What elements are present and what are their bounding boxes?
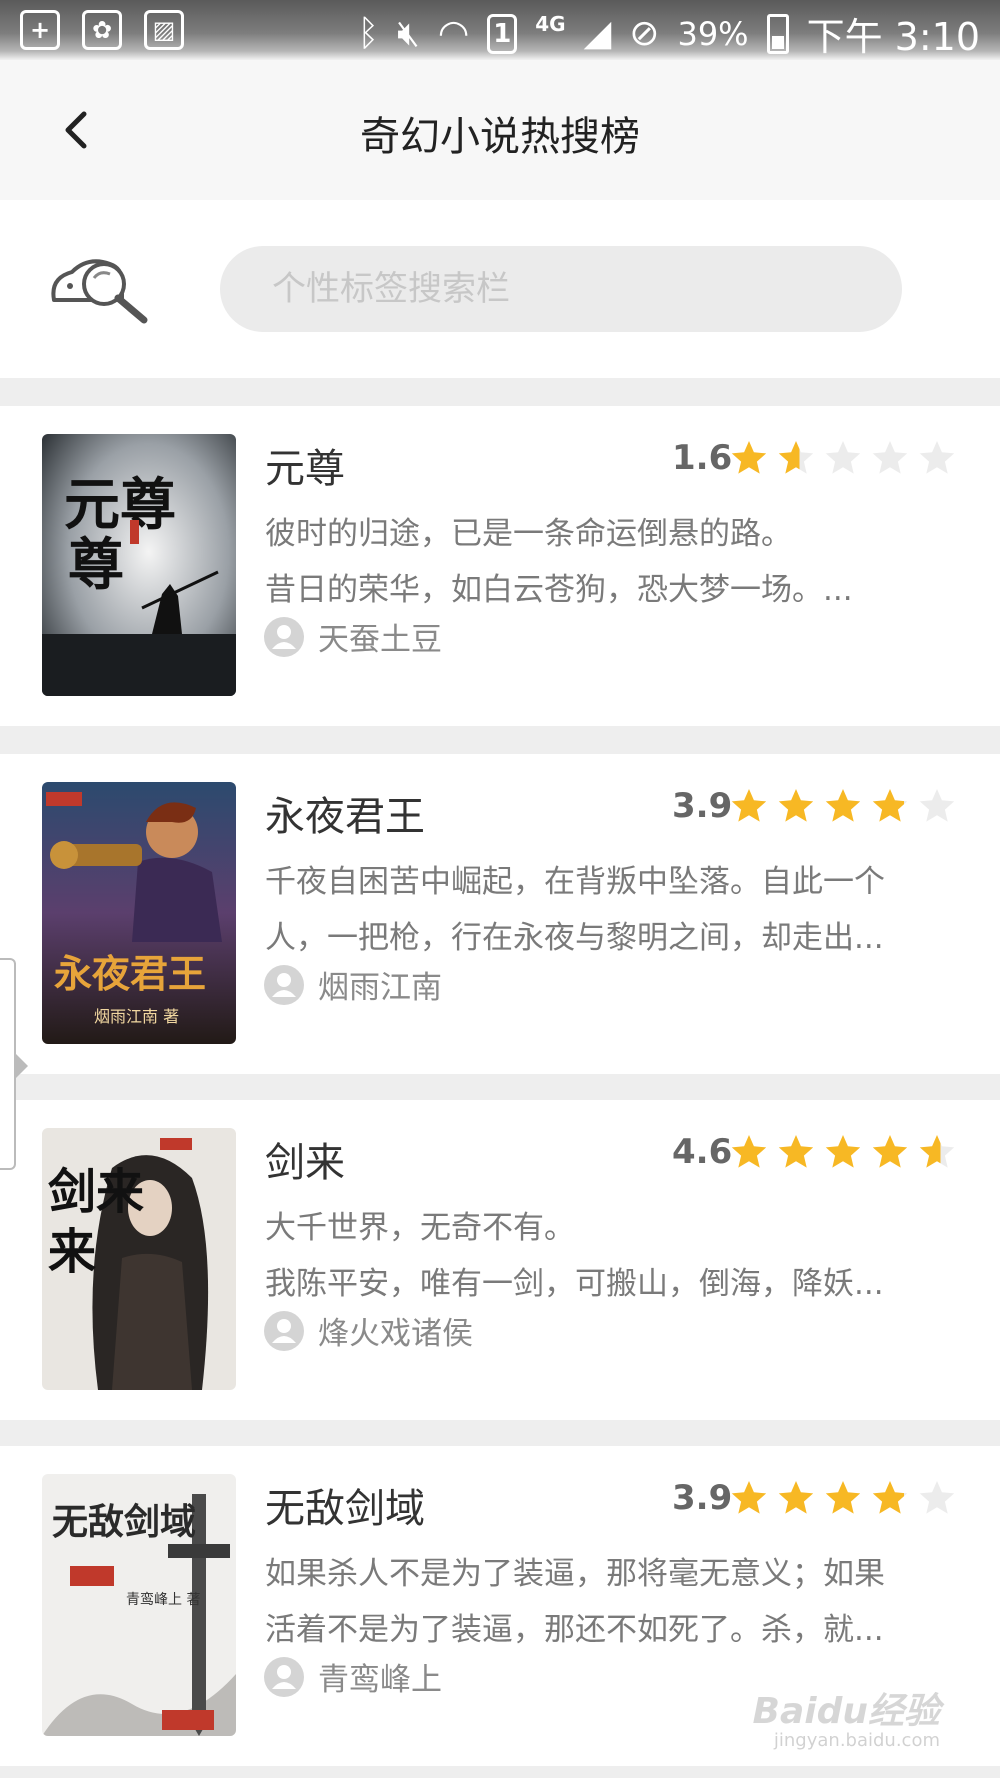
- app-header: 奇幻小说热搜榜: [0, 60, 1000, 200]
- add-notification-icon: +: [20, 10, 60, 50]
- author-row: 烟雨江南: [264, 962, 442, 1007]
- description-line: 如果杀人不是为了装逼，那将毫无意义；如果: [265, 1556, 885, 1592]
- star-icon: [731, 1481, 767, 1514]
- star-icon: [919, 1481, 955, 1514]
- rating-stars: [730, 1133, 956, 1171]
- star-icon: [872, 1135, 908, 1168]
- star-icon: [919, 789, 955, 822]
- mascot-search-icon: [48, 248, 154, 328]
- cover-author: 青鸾峰上 著: [126, 1591, 200, 1608]
- description-line: 千夜自困苦中崛起，在背叛中坠落。自此一个: [265, 864, 885, 900]
- author-name: 青鸾峰上: [318, 1662, 442, 1698]
- star-icon: [778, 789, 814, 822]
- book-title[interactable]: 元尊: [265, 436, 345, 494]
- star-icon: [778, 1481, 814, 1514]
- star-icon: [872, 1481, 908, 1514]
- description-line: 彼时的归途，已是一条命运倒悬的路。: [265, 516, 792, 552]
- svg-text:尊: 尊: [68, 532, 124, 598]
- author-name: 天蚕土豆: [318, 622, 442, 658]
- network-type-label: 4G: [535, 11, 566, 36]
- rating-stars: [730, 1479, 956, 1517]
- cover-title: 永夜君王: [54, 951, 206, 996]
- author-row: 青鸾峰上: [264, 1654, 442, 1699]
- side-drawer-handle[interactable]: [0, 958, 28, 1170]
- description-line: 大千世界，无奇不有。: [265, 1210, 575, 1246]
- book-list-item[interactable]: 元尊 尊 元尊 1.6 彼时的归途，已是一条命运倒悬的路。 昔日的荣华，如白云苍…: [0, 406, 1000, 726]
- book-list-item[interactable]: 永夜君王 烟雨江南 著 永夜君王 3.9 千夜自困苦中崛起，在背叛中坠落。自此一…: [0, 754, 1000, 1074]
- book-title[interactable]: 无敌剑域: [265, 1476, 425, 1534]
- do-not-disturb-icon: ⊘: [629, 12, 660, 54]
- mute-icon: 🔇︎: [397, 12, 420, 54]
- description-line: 昔日的荣华，如白云苍狗，恐大梦一场。...: [265, 572, 853, 608]
- book-cover[interactable]: 元尊 尊: [42, 434, 236, 696]
- user-avatar-icon: [264, 616, 304, 657]
- book-title[interactable]: 剑来: [265, 1130, 345, 1188]
- book-list-item[interactable]: 剑来 来 剑来 4.6 大千世界，无奇不有。 我陈平安，唯有一剑，可搬山，倒海，…: [0, 1100, 1000, 1420]
- author-name: 烽火戏诸侯: [318, 1316, 473, 1352]
- wifi-icon: ◠: [437, 12, 470, 54]
- book-cover[interactable]: 无敌剑域 青鸾峰上 著: [42, 1474, 236, 1736]
- star-icon: [731, 789, 767, 822]
- description-line: 活着不是为了装逼，那还不如死了。杀，就...: [265, 1612, 884, 1648]
- cover-title: 元尊: [64, 472, 176, 538]
- description-line: 人，一把枪，行在永夜与黎明之间，却走出...: [265, 920, 884, 956]
- description-line: 我陈平安，唯有一剑，可搬山，倒海，降妖...: [265, 1266, 884, 1302]
- page-title: 奇幻小说热搜榜: [360, 114, 640, 160]
- watermark-url: jingyan.baidu.com: [773, 1730, 940, 1751]
- search-row: [0, 200, 1000, 378]
- star-icon: [825, 1481, 861, 1514]
- battery-icon: [766, 13, 789, 54]
- book-description: 大千世界，无奇不有。 我陈平安，唯有一剑，可搬山，倒海，降妖...: [265, 1200, 955, 1312]
- clock: 下午 3:10: [806, 15, 980, 59]
- author-row: 烽火戏诸侯: [264, 1308, 473, 1353]
- cover-title: 剑来: [48, 1164, 144, 1220]
- battery-percent: 39%: [677, 14, 749, 53]
- book-description: 彼时的归途，已是一条命运倒悬的路。 昔日的荣华，如白云苍狗，恐大梦一场。...: [265, 506, 955, 618]
- svg-text:来: 来: [48, 1224, 96, 1280]
- star-icon: [825, 789, 861, 822]
- star-icon: [919, 441, 955, 474]
- star-icon: [778, 1135, 814, 1168]
- rating-value: 1.6: [672, 438, 733, 478]
- star-icon: [919, 1135, 955, 1168]
- section-divider: [0, 1074, 1000, 1100]
- book-cover[interactable]: 剑来 来: [42, 1128, 236, 1390]
- section-divider: [0, 1766, 1000, 1778]
- book-title[interactable]: 永夜君王: [265, 784, 425, 842]
- watermark-logo: Baidu经验: [752, 1691, 940, 1732]
- star-icon: [872, 441, 908, 474]
- tag-search-input[interactable]: [220, 246, 902, 332]
- book-cover[interactable]: 永夜君王 烟雨江南 著: [42, 782, 236, 1044]
- star-icon: [825, 1135, 861, 1168]
- author-name: 烟雨江南: [318, 970, 442, 1006]
- rating-value: 3.9: [672, 786, 733, 826]
- book-description: 千夜自困苦中崛起，在背叛中坠落。自此一个 人，一把枪，行在永夜与黎明之间，却走出…: [265, 854, 955, 966]
- signal-icon: ◢: [583, 12, 612, 54]
- user-avatar-icon: [264, 1310, 304, 1351]
- star-icon: [731, 441, 767, 474]
- star-icon: [778, 441, 814, 474]
- section-divider: [0, 726, 1000, 754]
- sim-slot-icon: 1: [487, 13, 518, 54]
- section-divider: [0, 378, 1000, 406]
- user-avatar-icon: [264, 1656, 304, 1697]
- star-icon: [872, 789, 908, 822]
- star-icon: [825, 441, 861, 474]
- user-avatar-icon: [264, 964, 304, 1005]
- baidu-paw-notification-icon: ✿: [82, 10, 122, 50]
- image-notification-icon: ▨: [144, 10, 184, 50]
- cover-title: 无敌剑域: [52, 1501, 196, 1543]
- section-divider: [0, 1420, 1000, 1446]
- cover-author: 烟雨江南 著: [94, 1007, 179, 1026]
- rating-stars: [730, 787, 956, 825]
- author-row: 天蚕土豆: [264, 614, 442, 659]
- book-description: 如果杀人不是为了装逼，那将毫无意义；如果 活着不是为了装逼，那还不如死了。杀，就…: [265, 1546, 955, 1658]
- rating-stars: [730, 439, 956, 477]
- rating-value: 3.9: [672, 1478, 733, 1518]
- star-icon: [731, 1135, 767, 1168]
- bluetooth-icon: ᛒ: [357, 12, 380, 54]
- rating-value: 4.6: [672, 1132, 733, 1172]
- status-bar: + ✿ ▨ ᛒ 🔇︎ ◠ 1 4G ◢ ⊘ 39% 下午 3:10: [0, 0, 1000, 60]
